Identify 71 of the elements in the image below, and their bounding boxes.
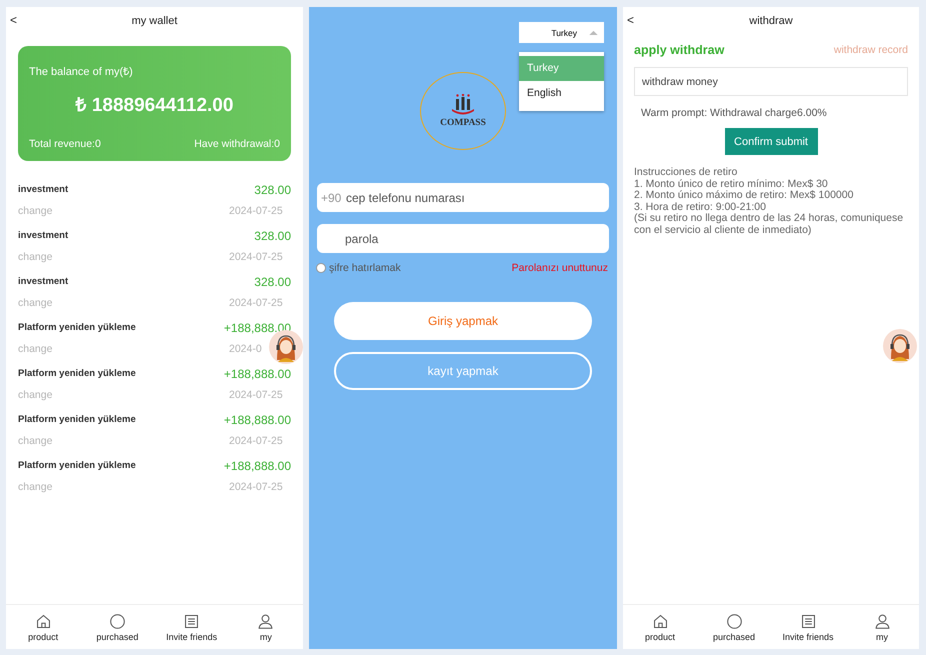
record-amount: +188,888.00: [224, 366, 291, 380]
nav-label[interactable]: product: [644, 632, 676, 642]
amount-field[interactable]: withdraw money: [634, 67, 908, 96]
record-date: 2024-07-25: [229, 250, 284, 262]
record-amount: 328.00: [254, 182, 291, 196]
support-agent-icon[interactable]: [883, 329, 917, 363]
balance-amount: ₺ 18889644112.00: [74, 94, 234, 117]
record-title: Platform yeniden yükleme: [18, 368, 136, 379]
instruction-text: (Si su retiro no llega dentro de las 24 horas, comuniquese con el servicio al cliente de inmediato): [634, 213, 904, 236]
user-icon: [874, 612, 890, 630]
record-title: investment: [18, 276, 68, 287]
record-title: investment: [18, 230, 68, 241]
record-type: change: [18, 480, 52, 492]
nav-label[interactable]: purchased: [712, 632, 756, 642]
page-title: withdraw: [749, 15, 793, 27]
instruction-text: 1. Monto único de retiro mínimo: Mex$ 30: [634, 178, 829, 190]
record-type: change: [18, 204, 52, 216]
record-type: change: [18, 342, 52, 354]
record-date: 2024-07-25: [229, 388, 284, 400]
record-type: change: [18, 388, 52, 400]
page-title: my wallet: [132, 15, 178, 27]
submit-button[interactable]: Confirm submit: [724, 128, 818, 155]
record-type: change: [18, 250, 52, 262]
record-date: 2024-07-25: [229, 296, 284, 308]
nav-label[interactable]: Invite friends: [782, 632, 834, 642]
record-title: Platform yeniden yükleme: [18, 460, 136, 471]
record-date: 2024-07-25: [229, 480, 284, 492]
remember-radio[interactable]: [316, 263, 326, 273]
list-icon: [800, 612, 816, 630]
balance-label: The balance of my(₺): [29, 65, 134, 78]
record-type: change: [18, 296, 52, 308]
circle-icon: [726, 612, 742, 630]
instruction-text: 2. Monto único máximo de retiro: Mex$ 100000: [634, 190, 854, 202]
circle-icon: [108, 612, 126, 630]
nav-label[interactable]: purchased: [96, 632, 138, 642]
caret-icon: [589, 30, 598, 35]
phone-prefix: +90: [321, 191, 342, 205]
record-title: Platform yeniden yükleme: [18, 322, 136, 333]
language-option[interactable]: English: [519, 81, 604, 106]
remember-label[interactable]: şifre hatırlamak: [329, 262, 401, 274]
nav-label[interactable]: product: [28, 632, 58, 642]
withdrawal-total: Have withdrawal:0: [194, 138, 280, 150]
home-icon: [652, 612, 668, 630]
record-date: 2024-0: [229, 342, 263, 354]
nav-label[interactable]: my: [260, 632, 272, 642]
back-button[interactable]: <: [10, 13, 18, 27]
nav-label[interactable]: Invite friends: [166, 632, 218, 642]
record-amount: +188,888.00: [224, 320, 291, 334]
building-icon: [450, 94, 476, 116]
record-title: Platform yeniden yükleme: [18, 414, 136, 425]
list-icon: [183, 612, 200, 630]
instruction-text: Instrucciones de retiro: [634, 167, 738, 178]
record-amount: +188,888.00: [224, 458, 291, 472]
record-amount: 328.00: [254, 228, 291, 242]
record-date: 2024-07-25: [229, 204, 284, 216]
record-date: 2024-07-25: [229, 434, 284, 446]
logo-text: COMPASS: [440, 118, 486, 128]
record-type: change: [18, 434, 52, 446]
record-amount: 328.00: [254, 274, 291, 288]
password-field[interactable]: parola: [317, 224, 609, 253]
total-revenue: Total revenue:0: [29, 138, 101, 150]
language-select[interactable]: Turkey: [519, 22, 604, 43]
record-title: investment: [18, 184, 68, 195]
nav-label[interactable]: my: [876, 632, 888, 642]
back-button[interactable]: <: [627, 13, 634, 27]
section-heading: apply withdraw: [634, 43, 724, 57]
home-icon: [34, 612, 52, 630]
user-icon: [257, 612, 274, 630]
record-amount: +188,888.00: [224, 412, 291, 426]
instruction-text: 3. Hora de retiro: 9:00-21:00: [634, 202, 767, 213]
fee-prompt: Warm prompt: Withdrawal charge6.00%: [641, 107, 828, 119]
